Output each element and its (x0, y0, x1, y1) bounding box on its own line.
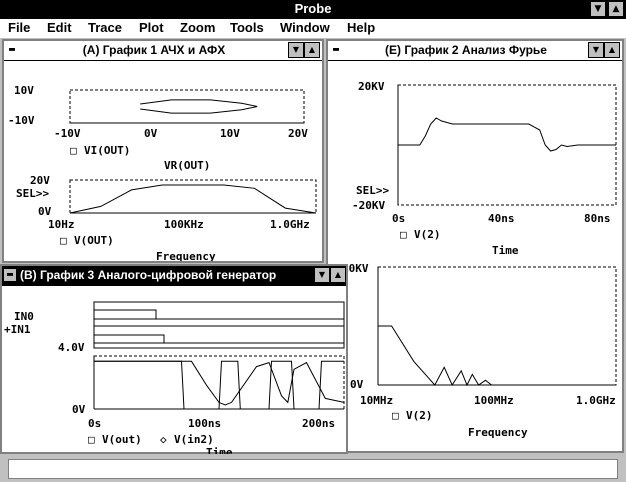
window-e-title: (E) График 2 Анализ Фурье (385, 43, 547, 57)
window-a-minimize-button[interactable]: ▼ (288, 42, 304, 58)
a-p1-legend-marker: □ (70, 144, 77, 157)
a-p2-x2: 1.0GHz (270, 218, 310, 231)
a-p1-legend: VI(OUT) (84, 144, 130, 157)
maximize-button[interactable]: ▲ (608, 1, 624, 17)
b-p1-ytop: 4.0V (58, 341, 85, 354)
b-analog-trace-out (94, 360, 345, 406)
window-e-system-menu-icon[interactable]: ▬ (330, 44, 342, 56)
digital-label-in0: IN0 (14, 310, 34, 323)
a-p1-x1: 0V (144, 127, 158, 140)
window-b[interactable]: ▬ (B) График 3 Аналого-цифровой генерато… (0, 264, 348, 454)
window-a-plot-area: 10V -10V -10V 0V 10V 20V □ VI(OUT) VR(OU… (8, 84, 317, 261)
menu-trace[interactable]: Trace (88, 20, 122, 35)
a-p2-sel: SEL>> (16, 187, 49, 200)
e-p1-legend-marker: □ (400, 228, 407, 241)
e-p1-x2: 80ns (584, 212, 611, 225)
b-p1-xlabel: Time (206, 446, 233, 454)
b-p1-x2: 200ns (302, 417, 335, 430)
menu-file[interactable]: File (8, 20, 30, 35)
menu-plot[interactable]: Plot (139, 20, 164, 35)
e-p1-legend: V(2) (414, 228, 441, 241)
b-analog-trace-in2 (94, 360, 344, 410)
e-p2-legend: V(2) (406, 409, 433, 422)
menu-tools[interactable]: Tools (230, 20, 264, 35)
a-p2-legend-marker: □ (60, 234, 67, 247)
e-p2-ybot: 0V (350, 378, 364, 391)
b-p1-legend1: V(out) (102, 433, 142, 446)
window-b-system-menu-icon[interactable]: ▬ (4, 269, 16, 281)
e-p1-ytop: 20KV (358, 80, 385, 93)
e-p1-ybot: -20KV (352, 199, 385, 212)
digital-in1-trace (94, 334, 344, 344)
e-p2-xlabel: Frequency (468, 426, 528, 439)
e-p1-sel: SEL>> (356, 184, 389, 197)
digital-in0-trace (94, 309, 344, 320)
window-b-maximize-button[interactable]: ▲ (330, 267, 346, 283)
e-p1-x0: 0s (392, 212, 405, 225)
a-p1-ytop: 10V (14, 84, 34, 97)
a-p2-legend: V(OUT) (74, 234, 114, 247)
a-p1-x2: 10V (220, 127, 240, 140)
menu-edit[interactable]: Edit (47, 20, 72, 35)
b-p1-x0: 0s (88, 417, 101, 430)
digital-label-in1: +IN1 (4, 323, 31, 336)
menu-bar: File Edit Trace Plot Zoom Tools Window H… (0, 19, 626, 39)
a-p1-ybot: -10V (8, 114, 35, 127)
window-b-plot-area: IN0 +IN1 4.0V 0V 0s 100ns 200ns □ V(out)… (4, 301, 345, 454)
window-e[interactable]: ▬ (E) График 2 Анализ Фурье ▼ ▲ 20KV SEL… (326, 39, 624, 453)
window-e-plot-area: 20KV SEL>> -20KV 0s 40ns 80ns □ V(2) Tim… (342, 80, 617, 439)
a-p1-trace (140, 99, 258, 114)
minimize-button[interactable]: ▼ (590, 1, 606, 17)
window-a[interactable]: ▬ (A) График 1 АЧХ и АФХ ▼ ▲ 10V -10V -1… (2, 39, 324, 263)
e-p2-trace (378, 325, 497, 387)
window-b-title: (B) График 3 Аналого-цифровой генератор (20, 268, 277, 282)
window-b-minimize-button[interactable]: ▼ (314, 267, 330, 283)
window-e-titlebar[interactable]: ▬ (E) График 2 Анализ Фурье ▼ ▲ (328, 41, 622, 61)
window-a-system-menu-icon[interactable]: ▬ (6, 44, 18, 56)
a-p2-ybot: 0V (38, 205, 52, 218)
menu-window[interactable]: Window (280, 20, 330, 35)
e-p2-x1: 100MHz (474, 394, 514, 407)
e-p1-trace (398, 117, 616, 152)
b-p1-legend2-marker: ◇ (160, 433, 167, 446)
status-bar (0, 456, 626, 482)
a-p2-x0: 10Hz (48, 218, 75, 231)
a-p1-x0: -10V (54, 127, 81, 140)
e-p1-xlabel: Time (492, 244, 519, 257)
a-p2-x1: 100KHz (164, 218, 204, 231)
a-p2-ytop: 20V (30, 174, 50, 187)
menu-help[interactable]: Help (347, 20, 375, 35)
b-p1-legend1-marker: □ (88, 433, 95, 446)
e-p2-legend-marker: □ (392, 409, 399, 422)
window-a-maximize-button[interactable]: ▲ (304, 42, 320, 58)
a-p2-xlabel: Frequency (156, 250, 216, 261)
app-title-bar: Probe ▼ ▲ (0, 0, 626, 19)
window-a-titlebar[interactable]: ▬ (A) График 1 АЧХ и АФХ ▼ ▲ (4, 41, 322, 61)
b-p1-legend2: V(in2) (174, 433, 214, 446)
app-title: Probe (294, 1, 332, 16)
window-e-minimize-button[interactable]: ▼ (588, 42, 604, 58)
menu-zoom[interactable]: Zoom (180, 20, 215, 35)
a-p1-xlabel: VR(OUT) (164, 159, 210, 172)
window-e-maximize-button[interactable]: ▲ (604, 42, 620, 58)
a-p1-x3: 20V (288, 127, 308, 140)
e-p1-x1: 40ns (488, 212, 515, 225)
e-p2-x2: 1.0GHz (576, 394, 616, 407)
b-p1-ybot: 0V (72, 403, 86, 416)
status-field (8, 459, 618, 479)
b-p1-x1: 100ns (188, 417, 221, 430)
a-p2-trace (69, 184, 317, 214)
e-p2-x0: 10MHz (360, 394, 393, 407)
window-b-titlebar[interactable]: ▬ (B) График 3 Аналого-цифровой генерато… (2, 266, 346, 286)
window-a-title: (A) График 1 АЧХ и АФХ (82, 43, 226, 57)
